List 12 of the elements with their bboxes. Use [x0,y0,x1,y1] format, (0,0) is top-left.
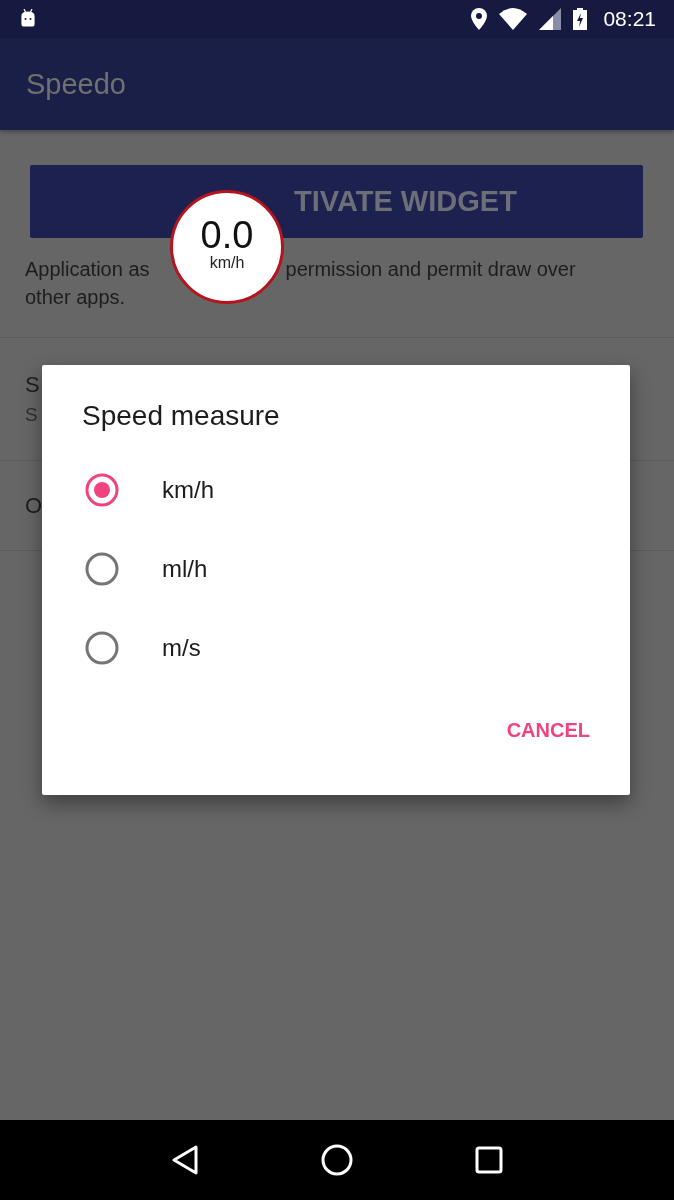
dialog-title: Speed measure [82,400,280,432]
description-text: permission and permit draw over [285,257,576,282]
speed-unit: km/h [209,254,245,272]
option-label: km/h [162,475,214,504]
setting-title: S [25,372,40,398]
setting-title: O [25,492,43,519]
app-title: Speedo [26,67,126,101]
description-text: Application as [25,257,150,282]
option-label: m/s [162,633,201,662]
description-text: other apps. [25,285,126,310]
option-label: ml/h [162,554,208,583]
clock-time: 08:21 [603,7,656,31]
